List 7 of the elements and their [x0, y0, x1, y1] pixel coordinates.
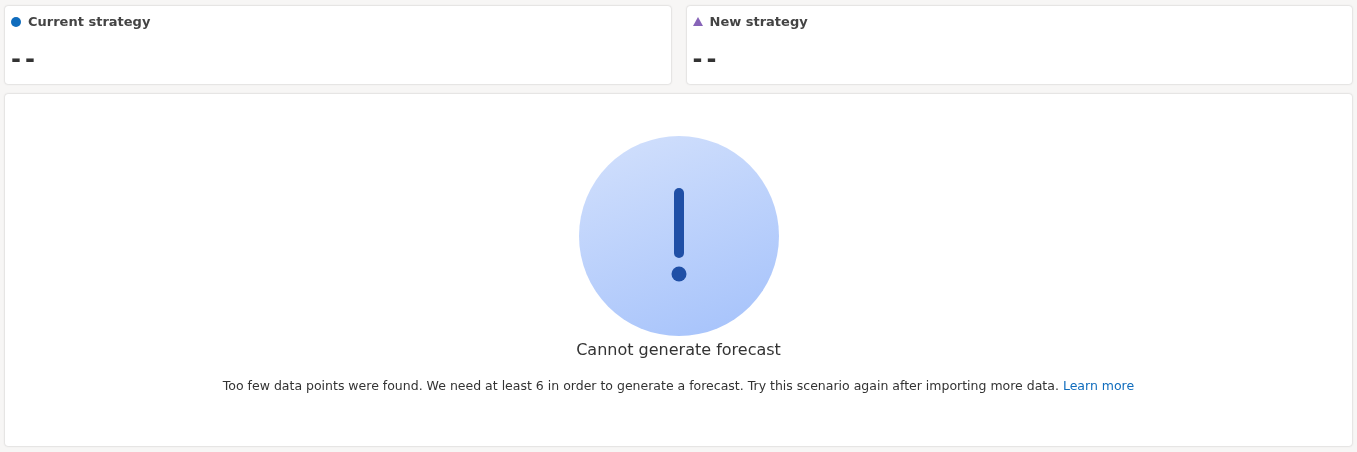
strategy-value: -- [692, 45, 721, 73]
message-title: Cannot generate forecast [576, 340, 781, 359]
strategy-label: Current strategy [28, 14, 151, 29]
strategy-label: New strategy [709, 14, 808, 29]
learn-more-link[interactable]: Learn more [1062, 378, 1135, 393]
strategy-value: -- [11, 45, 39, 73]
message-text: Too few data points were found. We need at least 6 in order to generate a forecast. Try this scenario again after importing more data. Learn more [222, 378, 1135, 393]
